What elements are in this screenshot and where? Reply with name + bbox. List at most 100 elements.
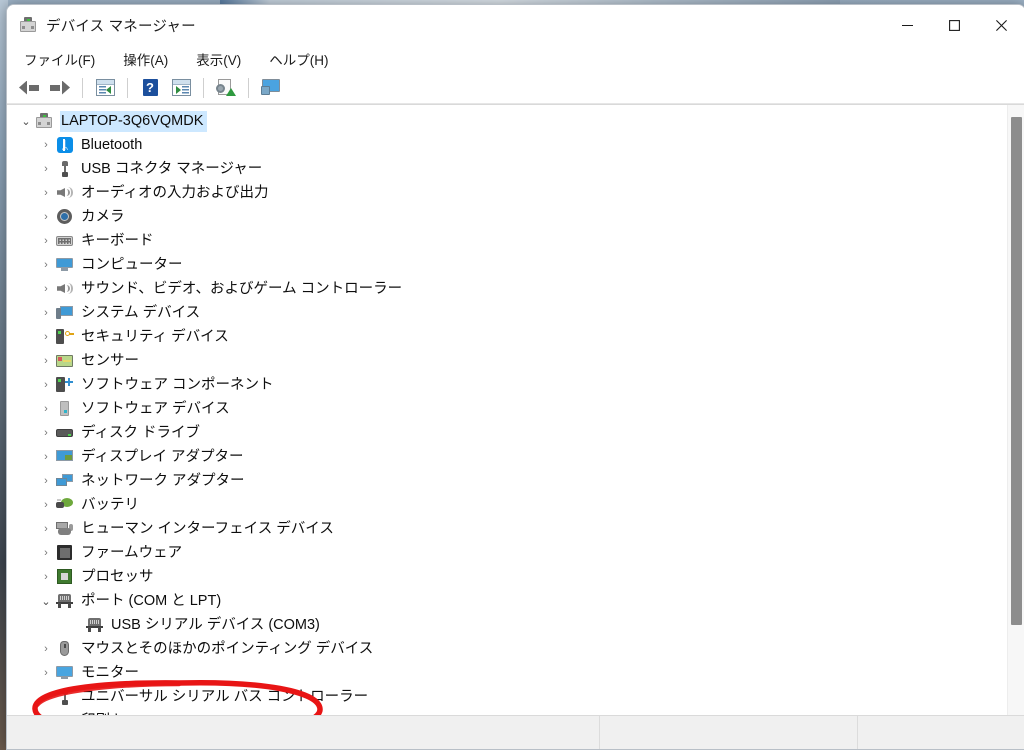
- tree-node[interactable]: › ファームウェア: [7, 541, 1007, 565]
- tree-node[interactable]: › サウンド、ビデオ、およびゲーム コントローラー: [7, 277, 1007, 301]
- tree-node[interactable]: › モニター: [7, 661, 1007, 685]
- tree-node[interactable]: › カメラ: [7, 205, 1007, 229]
- tree-node[interactable]: ›印刷キュー: [7, 709, 1007, 716]
- tree-node[interactable]: › ディスク ドライブ: [7, 421, 1007, 445]
- chevron-right-icon[interactable]: ›: [37, 139, 55, 151]
- toolbar-separator: [248, 77, 249, 98]
- tree-node[interactable]: › USB コネクタ マネージャー: [7, 157, 1007, 181]
- statusbar-pane-2: [600, 716, 858, 749]
- tree-node[interactable]: › ソフトウェア コンポーネント: [7, 373, 1007, 397]
- tree-node[interactable]: › セキュリティ デバイス: [7, 325, 1007, 349]
- tree-node[interactable]: › ᛦ Bluetooth: [7, 133, 1007, 157]
- chevron-right-icon[interactable]: ›: [37, 259, 55, 271]
- properties-button[interactable]: [167, 75, 195, 101]
- statusbar-pane-3: [858, 716, 1024, 749]
- back-button[interactable]: [15, 75, 43, 101]
- chevron-right-icon[interactable]: ›: [37, 499, 55, 511]
- chevron-right-icon[interactable]: ›: [37, 307, 55, 319]
- close-button[interactable]: [978, 5, 1024, 45]
- tree-node[interactable]: › ソフトウェア デバイス: [7, 397, 1007, 421]
- minimize-icon: [902, 24, 913, 26]
- maximize-icon: [949, 19, 960, 31]
- chevron-right-icon[interactable]: ›: [37, 187, 55, 199]
- tree-node-label: Bluetooth: [81, 136, 143, 153]
- tree-node[interactable]: › システム デバイス: [7, 301, 1007, 325]
- scan-hardware-icon: [216, 79, 236, 96]
- chevron-right-icon[interactable]: ›: [37, 691, 55, 703]
- chevron-right-icon[interactable]: ›: [37, 643, 55, 655]
- computer-icon: [55, 256, 75, 274]
- tree-node[interactable]: › ヒューマン インターフェイス デバイス: [7, 517, 1007, 541]
- scrollbar-thumb[interactable]: [1011, 117, 1022, 625]
- toolbar-separator: [203, 77, 204, 98]
- menu-file[interactable]: ファイル(F): [21, 47, 98, 71]
- chevron-right-icon[interactable]: ›: [37, 211, 55, 223]
- titlebar: デバイス マネージャー: [7, 5, 1024, 45]
- tree-node[interactable]: › キーボード: [7, 229, 1007, 253]
- chevron-right-icon[interactable]: ›: [37, 547, 55, 559]
- tree-node-label: モニター: [81, 664, 139, 681]
- tree-node-label: USB コネクタ マネージャー: [81, 160, 263, 177]
- chevron-right-icon[interactable]: ›: [37, 667, 55, 679]
- window-title: デバイス マネージャー: [46, 18, 196, 35]
- tree-node-label: ソフトウェア デバイス: [81, 400, 230, 417]
- tree-node-label: カメラ: [81, 208, 125, 225]
- chevron-right-icon[interactable]: ›: [37, 523, 55, 535]
- bluetooth-icon: ᛦ: [55, 136, 75, 154]
- tree-node-label: システム デバイス: [81, 304, 201, 321]
- scan-hardware-changes-button[interactable]: [212, 75, 240, 101]
- software-component-icon: [55, 376, 75, 394]
- tree-node[interactable]: › ユニバーサル シリアル バス コントローラー: [7, 685, 1007, 709]
- chevron-right-icon[interactable]: ›: [37, 403, 55, 415]
- chevron-down-icon[interactable]: ⌄: [17, 115, 35, 128]
- show-hide-console-tree-button[interactable]: [91, 75, 119, 101]
- menu-view[interactable]: 表示(V): [193, 47, 244, 71]
- minimize-button[interactable]: [884, 5, 931, 45]
- menu-action[interactable]: 操作(A): [120, 47, 171, 71]
- menu-help[interactable]: ヘルプ(H): [266, 47, 331, 71]
- vertical-scrollbar[interactable]: [1007, 105, 1024, 715]
- maximize-button[interactable]: [931, 5, 978, 45]
- chevron-right-icon[interactable]: ›: [37, 163, 55, 175]
- update-driver-button[interactable]: [257, 75, 285, 101]
- usb-icon: [55, 160, 75, 178]
- tree-node[interactable]: › コンピューター: [7, 253, 1007, 277]
- disk-drive-icon: [55, 424, 75, 442]
- chevron-right-icon[interactable]: ›: [37, 331, 55, 343]
- chevron-right-icon[interactable]: ›: [37, 427, 55, 439]
- tree-node[interactable]: ⌄ ポート (COM と LPT): [7, 589, 1007, 613]
- tree-node-label: キーボード: [81, 232, 154, 249]
- forward-button[interactable]: [46, 75, 74, 101]
- tree-node[interactable]: › センサー: [7, 349, 1007, 373]
- tree-node-label: ヒューマン インターフェイス デバイス: [81, 520, 334, 537]
- chevron-right-icon[interactable]: ›: [37, 283, 55, 295]
- system-device-icon: [55, 304, 75, 322]
- chevron-right-icon[interactable]: ›: [37, 451, 55, 463]
- tree-node-label: サウンド、ビデオ、およびゲーム コントローラー: [81, 280, 403, 297]
- tree-node[interactable]: › ディスプレイ アダプター: [7, 445, 1007, 469]
- toolbar: [7, 72, 1024, 104]
- tree-node[interactable]: ⌄ LAPTOP-3Q6VQMDK: [7, 109, 1007, 133]
- device-tree-panel: ⌄ LAPTOP-3Q6VQMDK › ᛦ Bluetooth › USB コネクタ マネー…: [7, 104, 1024, 715]
- computer-root-icon: [35, 112, 55, 130]
- statusbar-pane-1: [7, 716, 600, 749]
- hid-icon: [55, 520, 75, 538]
- back-arrow-icon: [19, 80, 39, 96]
- tree-node-label: 印刷キュー: [80, 711, 158, 716]
- chevron-right-icon[interactable]: ›: [37, 475, 55, 487]
- help-button[interactable]: [136, 75, 164, 101]
- chevron-right-icon[interactable]: ›: [37, 571, 55, 583]
- chevron-down-icon[interactable]: ⌄: [37, 595, 55, 608]
- tree-node[interactable]: USB シリアル デバイス (COM3): [7, 613, 1007, 637]
- chevron-right-icon[interactable]: ›: [37, 379, 55, 391]
- toolbar-separator: [127, 77, 128, 98]
- chevron-right-icon[interactable]: ›: [37, 235, 55, 247]
- tree-node[interactable]: › プロセッサ: [7, 565, 1007, 589]
- tree-node[interactable]: › マウスとそのほかのポインティング デバイス: [7, 637, 1007, 661]
- chevron-right-icon[interactable]: ›: [37, 355, 55, 367]
- toolbar-separator: [82, 77, 83, 98]
- tree-node[interactable]: › オーディオの入力および出力: [7, 181, 1007, 205]
- tree-node[interactable]: › ネットワーク アダプター: [7, 469, 1007, 493]
- tree-node[interactable]: › バッテリ: [7, 493, 1007, 517]
- device-tree[interactable]: ⌄ LAPTOP-3Q6VQMDK › ᛦ Bluetooth › USB コネクタ マネー…: [7, 109, 1007, 715]
